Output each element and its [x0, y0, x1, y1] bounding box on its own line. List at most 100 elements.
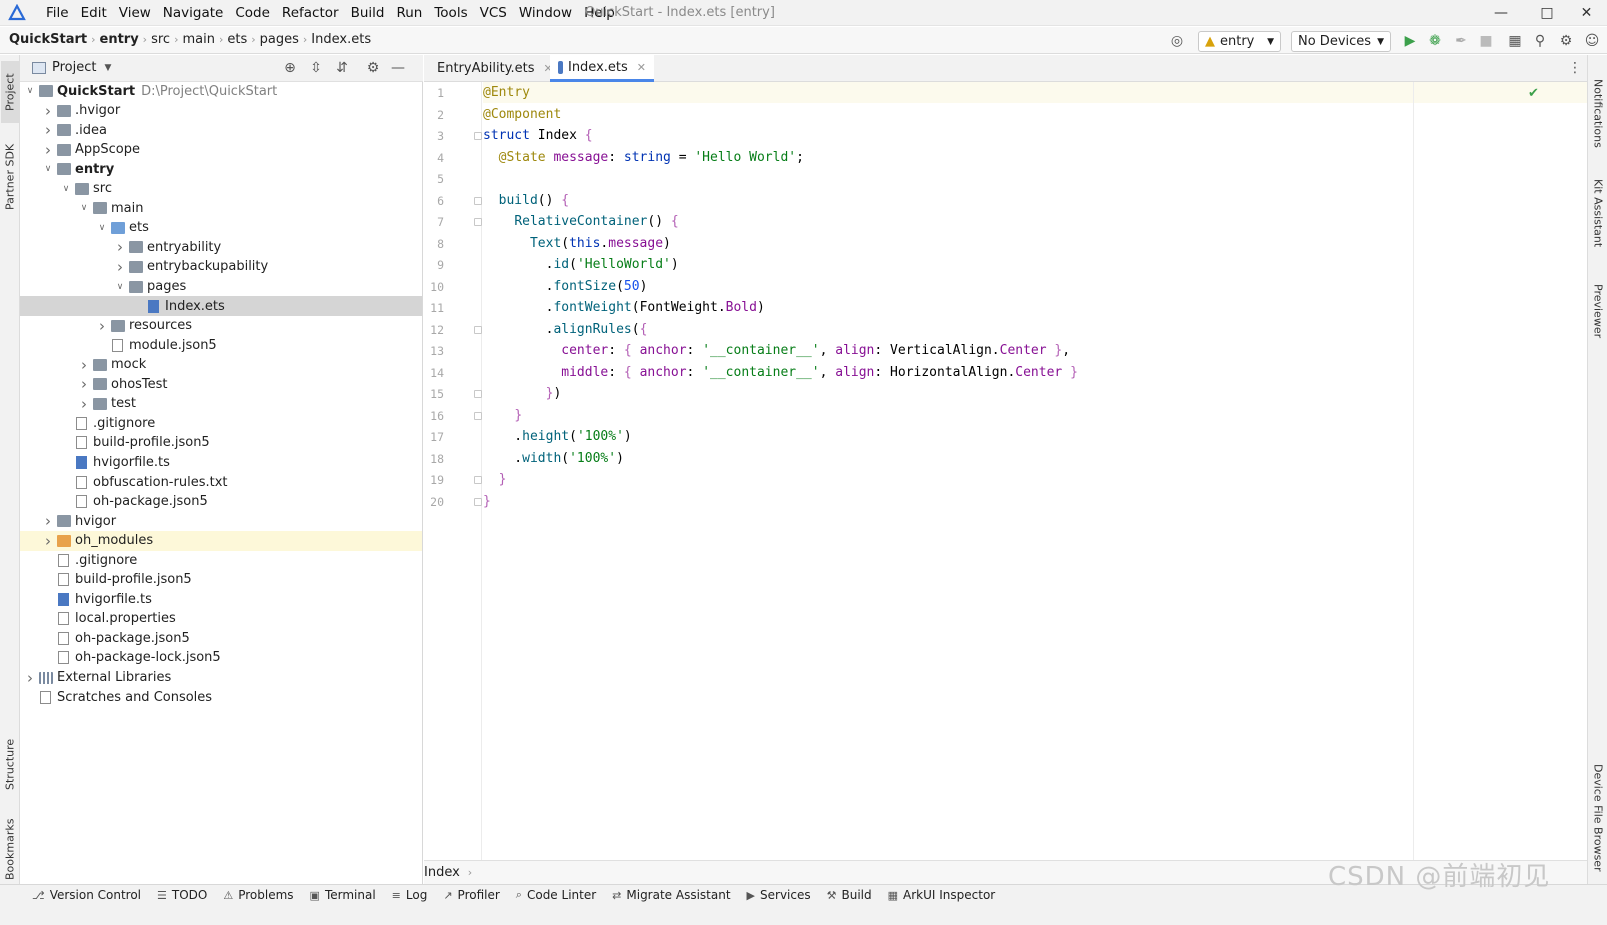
project-view-select[interactable]: Project ▼ [52, 60, 111, 75]
chevron-down-icon[interactable]: ∨ [24, 86, 36, 96]
fold-marker-icon[interactable] [474, 411, 482, 420]
account-icon[interactable]: ☺ [1582, 31, 1602, 51]
chevron-right-icon[interactable]: › [42, 512, 54, 530]
fold-marker-icon[interactable] [474, 476, 482, 484]
tab-entryability[interactable]: EntryAbility.ets ✕ [424, 55, 553, 82]
tree-item[interactable]: › entryability [20, 237, 422, 257]
run-icon[interactable]: ▶ [1400, 31, 1420, 51]
chevron-right-icon[interactable]: › [78, 395, 90, 413]
project-tool-tab[interactable]: Project [1, 61, 19, 123]
tree-item[interactable]: › resources [20, 316, 422, 336]
tree-item[interactable]: › test [20, 394, 422, 414]
chevron-right-icon[interactable]: › [78, 356, 90, 374]
code-area[interactable]: @Entry @Component struct Index { @State me… [483, 82, 1587, 880]
chevron-right-icon[interactable]: › [42, 141, 54, 159]
tree-item[interactable]: › mock [20, 355, 422, 375]
tree-item[interactable]: ∨ ets [20, 218, 422, 238]
tool-window-build[interactable]: ⚒ Build [819, 888, 880, 902]
fold-marker-icon[interactable] [474, 325, 482, 334]
chevron-right-icon[interactable]: › [114, 258, 126, 276]
close-window-button[interactable]: ✕ [1566, 0, 1607, 26]
tree-item[interactable]: › ohosTest [20, 374, 422, 394]
tree-item[interactable]: ∨ QuickStart D:\Project\QuickStart [20, 81, 422, 101]
tree-item[interactable]: ∨ pages [20, 277, 422, 297]
breadcrumb-item[interactable]: entry [100, 32, 139, 47]
chevron-down-icon[interactable]: ∨ [78, 203, 90, 213]
tree-item[interactable]: Index.ets [20, 296, 422, 317]
tool-window-terminal[interactable]: ▣ Terminal [302, 888, 384, 902]
breadcrumb-item[interactable]: QuickStart [9, 32, 87, 47]
fold-marker-icon[interactable] [474, 390, 482, 398]
tree-item[interactable]: › entrybackupability [20, 257, 422, 277]
tool-window-problems[interactable]: ⚠ Problems [215, 888, 301, 902]
target-icon[interactable]: ◎ [1167, 31, 1187, 51]
gear-icon[interactable]: ⚙ [1556, 31, 1576, 51]
tree-item[interactable]: build-profile.json5 [20, 570, 422, 590]
menu-refactor[interactable]: Refactor [276, 4, 345, 22]
attach-debugger-icon[interactable]: ✒ [1451, 31, 1471, 51]
menu-edit[interactable]: Edit [75, 4, 113, 22]
breadcrumb-item[interactable]: pages [260, 32, 299, 47]
fold-marker-icon[interactable] [474, 497, 482, 506]
code-breadcrumb-item[interactable]: Index [424, 865, 460, 880]
fold-marker-icon[interactable] [474, 196, 482, 205]
tree-item[interactable]: obfuscation-rules.txt [20, 472, 422, 492]
tool-window-services[interactable]: ▶ Services [739, 888, 819, 902]
chevron-right-icon[interactable]: › [78, 375, 90, 393]
tool-window-profiler[interactable]: ↗ Profiler [435, 888, 507, 902]
stop-icon[interactable]: ■ [1476, 31, 1496, 51]
tree-item[interactable]: › AppScope [20, 140, 422, 160]
tree-item[interactable]: ∨ entry [20, 159, 422, 179]
kit-assistant-tool-tab[interactable]: Kit Assistant [1589, 173, 1607, 253]
tree-item[interactable]: hvigorfile.ts [20, 452, 422, 472]
close-icon[interactable]: ✕ [637, 61, 646, 74]
tree-item[interactable]: ∨ main [20, 198, 422, 218]
fold-marker-icon[interactable] [474, 132, 482, 140]
breadcrumb-item[interactable]: src [151, 32, 170, 47]
tool-window-code-linter[interactable]: ⌕ Code Linter [508, 888, 604, 902]
notifications-tool-tab[interactable]: Notifications [1589, 65, 1607, 161]
menu-navigate[interactable]: Navigate [157, 4, 230, 22]
breadcrumb-item[interactable]: main [182, 32, 214, 47]
partner-sdk-tool-tab[interactable]: Partner SDK [1, 137, 19, 217]
bookmarks-tool-tab[interactable]: Bookmarks [1, 813, 19, 885]
tool-window-version-control[interactable]: ⎇ Version Control [24, 888, 149, 902]
device-select[interactable]: No Devices ▼ [1291, 31, 1391, 52]
collapse-all-icon[interactable]: ⇵ [332, 58, 352, 78]
tree-item[interactable]: hvigorfile.ts [20, 589, 422, 609]
chevron-down-icon[interactable]: ∨ [96, 223, 108, 233]
tree-item[interactable]: module.json5 [20, 335, 422, 355]
tree-item[interactable]: oh-package-lock.json5 [20, 648, 422, 668]
chevron-right-icon[interactable]: › [42, 102, 54, 120]
tool-window-log[interactable]: ≡ Log [384, 888, 436, 902]
module-select[interactable]: ▲ entry ▼ [1198, 31, 1281, 52]
hide-panel-icon[interactable]: — [388, 58, 408, 78]
tree-item[interactable]: › hvigor [20, 511, 422, 531]
menu-code[interactable]: Code [229, 4, 276, 22]
chevron-right-icon[interactable]: › [42, 532, 54, 550]
minimize-button[interactable]: — [1478, 0, 1524, 26]
tree-item[interactable]: build-profile.json5 [20, 433, 422, 453]
menu-file[interactable]: File [40, 4, 75, 22]
device-file-browser-tool-tab[interactable]: Device File Browser [1589, 755, 1607, 880]
search-icon[interactable]: ⚲ [1530, 31, 1550, 51]
menu-vcs[interactable]: VCS [474, 4, 513, 22]
debug-icon[interactable]: ❁ [1425, 31, 1445, 51]
chevron-down-icon[interactable]: ∨ [42, 164, 54, 174]
previewer-tool-tab[interactable]: Previewer [1589, 275, 1607, 347]
tree-item[interactable]: .gitignore [20, 413, 422, 433]
tree-item[interactable]: local.properties [20, 609, 422, 629]
structure-tool-tab[interactable]: Structure [1, 731, 19, 797]
chevron-down-icon[interactable]: ∨ [114, 282, 126, 292]
chevron-right-icon[interactable]: › [114, 238, 126, 256]
tree-item[interactable]: .gitignore [20, 550, 422, 570]
locate-file-icon[interactable]: ⊕ [280, 58, 300, 78]
tree-item[interactable]: › .hvigor [20, 101, 422, 121]
menu-view[interactable]: View [113, 4, 157, 22]
menu-run[interactable]: Run [390, 4, 428, 22]
tool-window-arkui-inspector[interactable]: ▦ ArkUI Inspector [880, 888, 1004, 902]
fold-marker-icon[interactable] [474, 218, 482, 226]
tree-item[interactable]: oh-package.json5 [20, 628, 422, 648]
chevron-right-icon[interactable]: › [42, 121, 54, 139]
maximize-button[interactable]: □ [1524, 0, 1570, 26]
